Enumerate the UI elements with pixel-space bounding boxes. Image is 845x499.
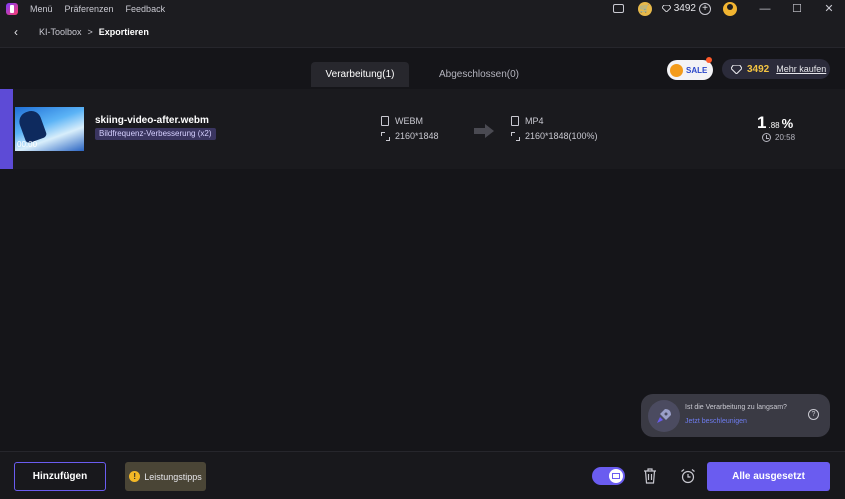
file-name: skiing-video-after.webm [95, 115, 209, 126]
toggle-knob [609, 469, 623, 483]
source-format-label: WEBM [395, 116, 423, 126]
remaining-time-value: 20:58 [775, 133, 796, 142]
speed-up-notice: Ist die Verarbeitung zu langsam? Jetzt b… [641, 394, 830, 437]
credits-pill: 3492 Mehr kaufen [722, 59, 830, 79]
coin-icon [670, 63, 683, 77]
tab-completed[interactable]: Abgeschlossen(0) [409, 62, 549, 87]
progress-integer: 1 [757, 113, 767, 132]
source-format: WEBM 2160*1848 [381, 116, 439, 141]
progress-decimal: .88 [768, 121, 780, 130]
email-notify-toggle[interactable] [592, 467, 625, 485]
diamond-icon [731, 64, 742, 74]
credits-pill-value: 3492 [747, 63, 770, 75]
add-button[interactable]: Hinzufügen [14, 462, 106, 491]
close-button[interactable]: ✕ [813, 0, 845, 17]
warning-icon: ! [129, 471, 141, 482]
maximize-button[interactable]: ☐ [781, 0, 813, 17]
breadcrumb: ‹ KI-Toolbox > Exportieren [0, 17, 845, 48]
sale-label: SALE [686, 65, 708, 75]
help-icon[interactable]: ? [808, 409, 819, 420]
bottom-bar: Hinzufügen ! Leistungstipps Alle ausgese… [0, 451, 845, 499]
breadcrumb-separator: > [87, 27, 93, 37]
tab-bar: Verarbeitung(1) Abgeschlossen(0) [311, 62, 549, 87]
menu-item-menu[interactable]: Menü [30, 4, 53, 14]
resolution-icon [381, 131, 390, 141]
credits-display: 3492 + [661, 2, 711, 15]
credits-value: 3492 [673, 3, 696, 14]
mail-icon [612, 473, 620, 479]
sale-badge[interactable]: SALE [667, 57, 713, 80]
breadcrumb-current: Exportieren [98, 27, 149, 37]
thumbnail-duration: 00:00 [17, 140, 38, 149]
resolution-icon [511, 131, 520, 141]
target-format-label: MP4 [525, 116, 544, 126]
notification-dot [706, 57, 712, 63]
performance-tips-button[interactable]: ! Leistungstipps [125, 462, 206, 491]
menu-item-preferences[interactable]: Präferenzen [65, 4, 114, 14]
enhancement-tag: Bildfrequenz-Verbesserung (x2) [95, 128, 216, 140]
remaining-time: 20:58 [762, 133, 795, 142]
video-thumbnail[interactable]: 00:00 [15, 107, 84, 151]
notice-text: Ist die Verarbeitung zu langsam? [685, 404, 787, 411]
buy-more-link[interactable]: Mehr kaufen [776, 64, 826, 74]
file-icon [381, 116, 389, 126]
target-format: MP4 2160*1848(100%) [511, 116, 598, 141]
pause-all-button[interactable]: Alle ausgesetzt [707, 462, 830, 491]
rocket-icon [648, 400, 680, 432]
cart-icon[interactable]: 🛒 [637, 1, 652, 16]
diamond-icon [661, 5, 671, 12]
trash-icon[interactable] [643, 468, 657, 484]
title-bar: Menü Präferenzen Feedback 🛒 3492 + — ☐ ✕ [0, 0, 845, 17]
breadcrumb-parent[interactable]: KI-Toolbox [39, 27, 82, 37]
progress-percent: 1 .88 % [757, 113, 793, 133]
chat-icon[interactable] [612, 4, 624, 13]
plus-icon[interactable]: + [699, 2, 711, 15]
user-icon[interactable] [723, 1, 737, 16]
back-arrow-icon[interactable]: ‹ [9, 25, 23, 39]
menu-item-feedback[interactable]: Feedback [126, 4, 166, 14]
minimize-button[interactable]: — [749, 0, 781, 17]
speed-up-link[interactable]: Jetzt beschleunigen [685, 418, 747, 425]
progress-unit: % [781, 116, 794, 131]
alarm-clock-icon[interactable] [680, 468, 696, 484]
tab-processing[interactable]: Verarbeitung(1) [311, 62, 409, 87]
source-resolution: 2160*1848 [395, 131, 439, 141]
task-accent-bar [0, 89, 13, 169]
performance-tips-label: Leistungstipps [144, 471, 202, 482]
clock-icon [762, 133, 771, 142]
target-resolution: 2160*1848(100%) [525, 131, 598, 141]
title-bar-right: 🛒 3492 + — ☐ ✕ [612, 0, 845, 17]
file-icon [511, 116, 519, 126]
app-logo [6, 2, 18, 15]
thumbnail-image [16, 108, 48, 144]
arrow-right-icon [474, 124, 494, 138]
